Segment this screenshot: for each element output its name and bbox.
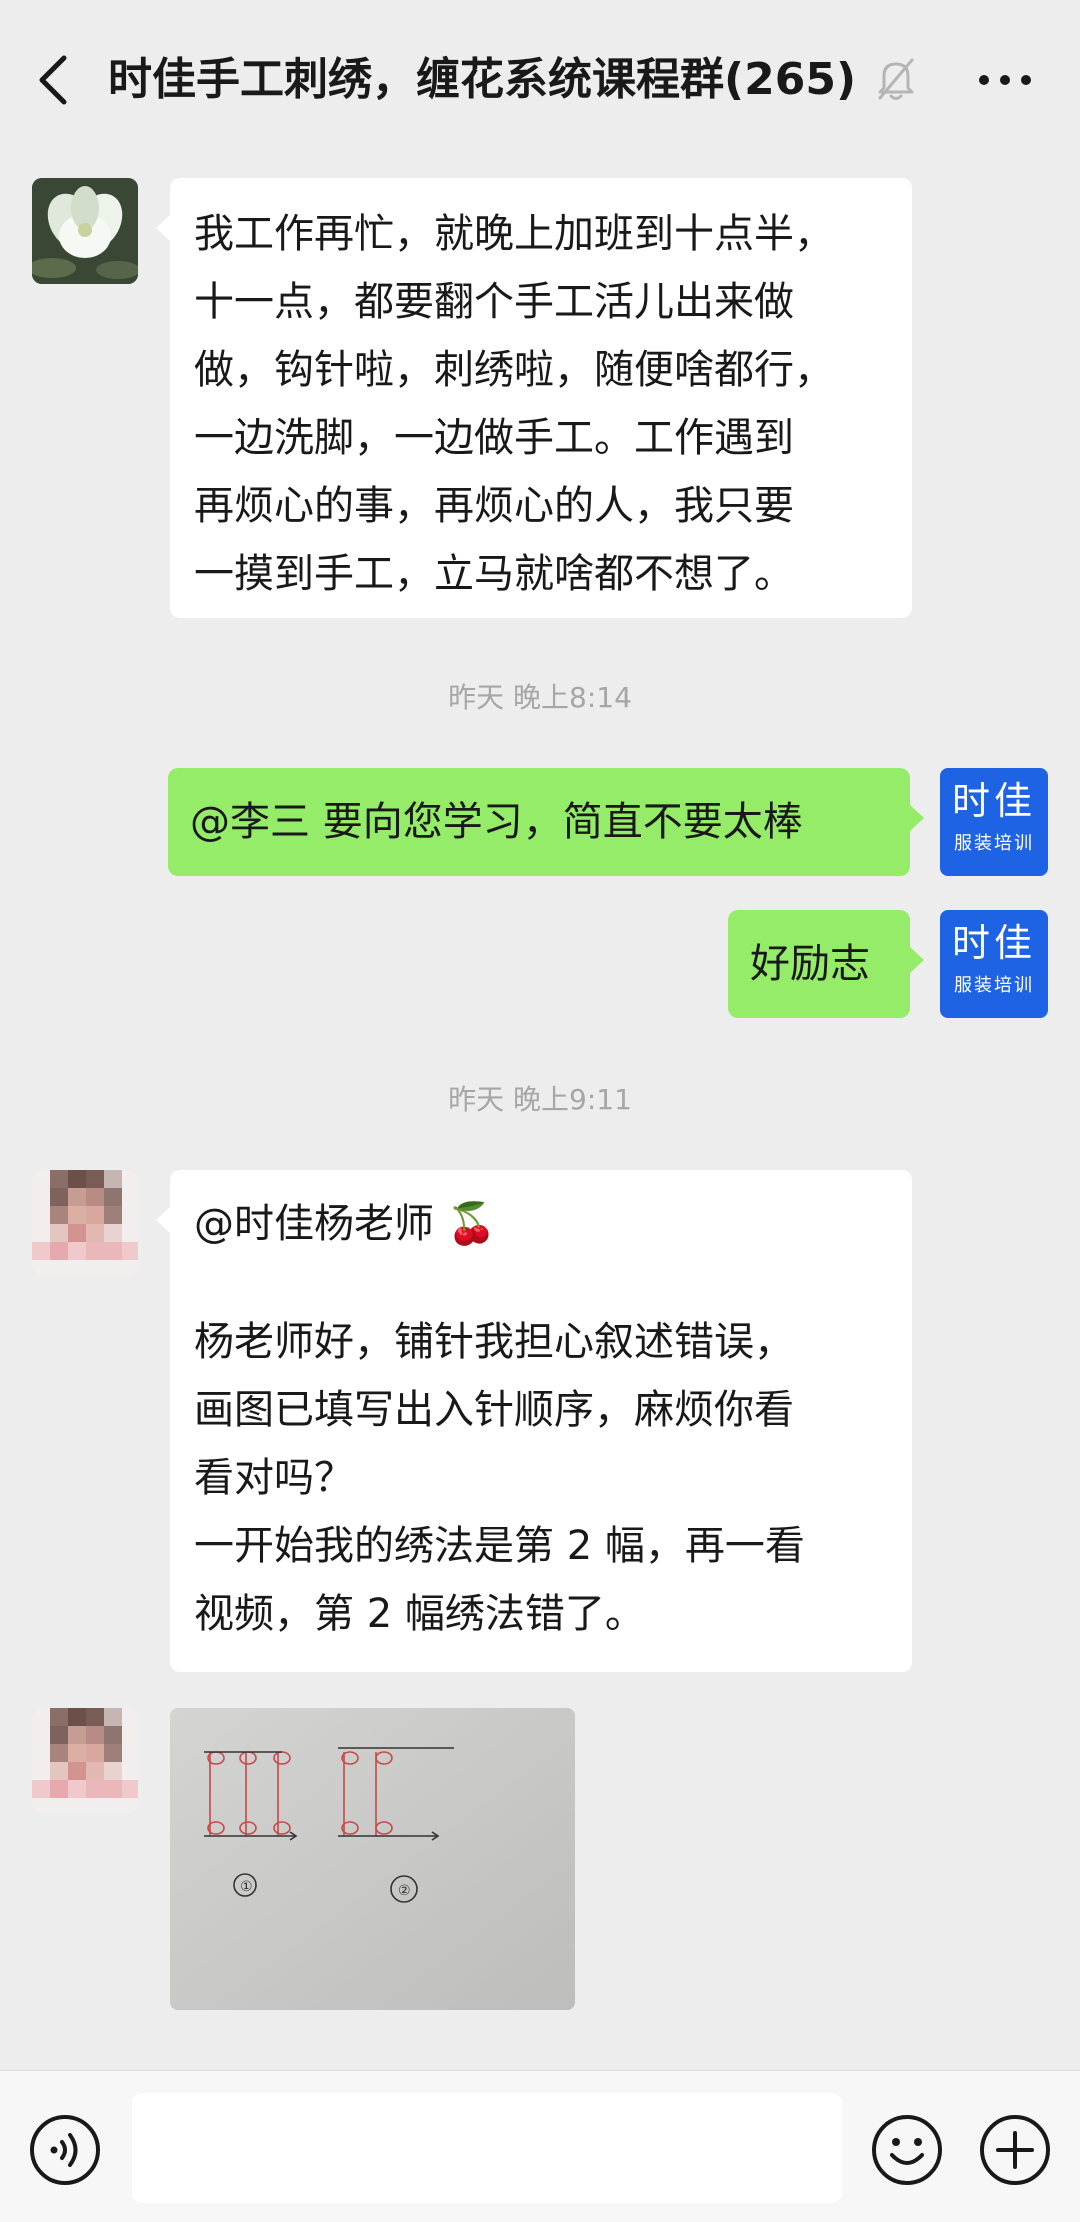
- message-line: 杨老师好，铺针我担心叙述错误，: [194, 1319, 794, 1365]
- bell-off-icon: [876, 56, 916, 102]
- avatar[interactable]: [32, 178, 138, 284]
- message-line: 十一点，都要翻个手工活儿出来做: [194, 279, 794, 325]
- back-button[interactable]: [30, 52, 80, 108]
- avatar[interactable]: [32, 1170, 138, 1276]
- brand-avatar-subtitle: 服装培训: [954, 833, 1034, 854]
- figure-label-1: ①: [240, 1879, 253, 1895]
- chevron-left-icon: [39, 55, 67, 105]
- brand-avatar-subtitle: 服装培训: [954, 975, 1034, 996]
- message-line: 一摸到手工，立马就啥都不想了。: [194, 551, 794, 597]
- message-line: @李三 要向您学习，简直不要太棒: [190, 799, 803, 845]
- message-line: 我工作再忙，就晚上加班到十点半，: [194, 211, 834, 257]
- message-bubble[interactable]: 我工作再忙，就晚上加班到十点半， 十一点，都要翻个手工活儿出来做 做，钩针啦，刺…: [156, 178, 912, 618]
- message-line: 看对吗？: [194, 1455, 354, 1501]
- image-message[interactable]: ① ②: [170, 1708, 575, 2010]
- message-line: [194, 1258, 888, 1308]
- timestamp: 昨天 晚上9:11: [448, 1083, 632, 1116]
- input-toolbar: [0, 2070, 1080, 2222]
- message-line: 再烦心的事，再烦心的人，我只要: [194, 483, 794, 529]
- timestamp: 昨天 晚上8:14: [448, 681, 632, 714]
- emoji-icon: [872, 2115, 942, 2185]
- more-horizontal-icon: [979, 75, 1031, 85]
- more-button[interactable]: [970, 60, 1040, 100]
- pixelated-avatar-image: [32, 1170, 138, 1276]
- message-line: 好励志: [750, 941, 870, 987]
- embroidery-diagram-photo: ① ②: [170, 1708, 575, 2010]
- message-line: 一边洗脚，一边做手工。工作遇到: [194, 415, 794, 461]
- figure-label-2: ②: [398, 1883, 411, 1899]
- avatar[interactable]: [32, 1708, 138, 1814]
- chat-title: 时佳手工刺绣，缠花系统课程群(265): [108, 54, 857, 105]
- message-bubble[interactable]: @时佳杨老师 🍒 杨老师好，铺针我担心叙述错误， 画图已填写出入针顺序，麻烦你看…: [156, 1170, 912, 1672]
- message-line: 画图已填写出入针顺序，麻烦你看: [194, 1387, 794, 1433]
- chat-header: 时佳手工刺绣，缠花系统课程群(265): [0, 0, 1080, 160]
- flower-avatar-image: [32, 178, 138, 284]
- more-functions-button[interactable]: [978, 2113, 1052, 2187]
- message-line: @时佳杨老师 🍒: [194, 1201, 497, 1247]
- avatar[interactable]: 时佳 服装培训: [940, 768, 1048, 876]
- message-bubble[interactable]: 好励志: [728, 910, 924, 1018]
- message-line: 做，钩针啦，刺绣啦，随便啥都行，: [194, 347, 834, 393]
- brand-avatar-title: 时佳: [951, 779, 1036, 823]
- brand-avatar-title: 时佳: [951, 921, 1036, 965]
- voice-button[interactable]: [28, 2113, 102, 2187]
- message-bubble[interactable]: @李三 要向您学习，简直不要太棒: [168, 768, 924, 876]
- voice-icon: [30, 2115, 100, 2185]
- message-line: 一开始我的绣法是第 2 幅，再一看: [194, 1523, 805, 1569]
- avatar[interactable]: 时佳 服装培训: [940, 910, 1048, 1018]
- plus-icon: [980, 2115, 1050, 2185]
- emoji-button[interactable]: [870, 2113, 944, 2187]
- pixelated-avatar-image: [32, 1708, 138, 1814]
- message-input[interactable]: [132, 2093, 842, 2203]
- message-line: 视频，第 2 幅绣法错了。: [194, 1591, 645, 1637]
